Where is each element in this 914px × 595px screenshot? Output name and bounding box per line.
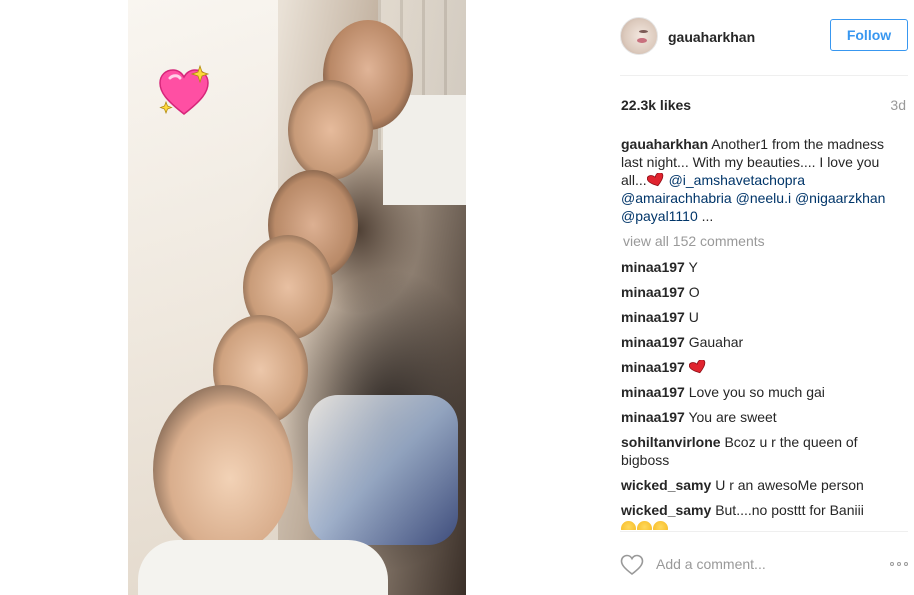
sparkling-heart-icon: [159, 64, 210, 115]
comment: minaa197 U: [621, 308, 903, 326]
sad-face-emoji-icon: [621, 521, 636, 530]
avatar-detail: [637, 38, 647, 43]
mention-link[interactable]: @payal1110: [621, 208, 698, 224]
mention-link[interactable]: @nigaarzkhan: [795, 190, 886, 206]
comment-text: You are sweet: [688, 409, 777, 425]
comment-list[interactable]: minaa197 Y minaa197 O minaa197 U minaa19…: [621, 258, 903, 530]
caption-username[interactable]: gauaharkhan: [621, 136, 708, 152]
add-comment-input[interactable]: [656, 556, 856, 572]
comment: minaa197: [621, 358, 903, 376]
photo-figure: [138, 540, 388, 595]
username-link[interactable]: gauaharkhan: [668, 29, 755, 45]
post-footer: [620, 547, 908, 583]
more-dot: [904, 562, 908, 566]
comment-username[interactable]: wicked_samy: [621, 477, 711, 493]
comment: minaa197 Gauahar: [621, 333, 903, 351]
heart-outline-icon[interactable]: [620, 554, 644, 576]
comment-username[interactable]: minaa197: [621, 359, 685, 375]
comment-text: Love you so much gai: [688, 384, 825, 400]
follow-button[interactable]: Follow: [830, 19, 908, 51]
caption-ellipsis: ...: [701, 208, 714, 224]
photo-face: [153, 385, 293, 555]
red-heart-icon: [688, 360, 706, 374]
avatar[interactable]: [620, 17, 658, 55]
comment-text: U: [688, 309, 699, 325]
view-all-comments-link[interactable]: view all 152 comments: [623, 233, 765, 249]
comment-username[interactable]: wicked_samy: [621, 502, 711, 518]
red-heart-icon: [646, 173, 663, 187]
photo-figure: [308, 395, 458, 545]
sad-face-emoji-icon: [621, 521, 668, 530]
comment: minaa197 O: [621, 283, 903, 301]
mention-link[interactable]: @neelu.i: [736, 190, 791, 206]
divider: [620, 75, 908, 76]
comment-username[interactable]: minaa197: [621, 334, 685, 350]
comment-text: But....no posttt for Baniii: [715, 502, 864, 518]
comment-text: U r an awesoMe person: [715, 477, 864, 493]
post-header: gauaharkhan Follow: [620, 17, 908, 57]
more-dot: [890, 562, 894, 566]
mention-link[interactable]: @i_amshavetachopra: [669, 172, 805, 188]
likes-count[interactable]: 22.3k likes: [621, 97, 691, 113]
comment: minaa197 You are sweet: [621, 408, 903, 426]
comment-username[interactable]: minaa197: [621, 409, 685, 425]
post-age[interactable]: 3d: [890, 97, 906, 113]
comment: wicked_samy But....no posttt for Baniii: [621, 501, 903, 530]
comment: sohiltanvirlone Bcoz u r the queen of bi…: [621, 433, 903, 469]
photo-face: [288, 80, 373, 180]
divider: [620, 531, 908, 532]
more-dot: [897, 562, 901, 566]
comment-username[interactable]: minaa197: [621, 259, 685, 275]
comment-username[interactable]: minaa197: [621, 384, 685, 400]
comment: wicked_samy U r an awesoMe person: [621, 476, 903, 494]
comment: minaa197 Y: [621, 258, 903, 276]
sad-face-emoji-icon: [653, 521, 668, 530]
comment-username[interactable]: minaa197: [621, 309, 685, 325]
comment-text: Gauahar: [688, 334, 744, 350]
comment-text: O: [688, 284, 700, 300]
comment: minaa197 Love you so much gai: [621, 383, 903, 401]
mention-link[interactable]: @amairachhabria: [621, 190, 732, 206]
avatar-detail: [639, 30, 648, 33]
comment-username[interactable]: minaa197: [621, 284, 685, 300]
post-caption: gauaharkhan Another1 from the madness la…: [621, 135, 901, 225]
comment-username[interactable]: sohiltanvirlone: [621, 434, 721, 450]
sad-face-emoji-icon: [637, 521, 652, 530]
comment-text: Y: [688, 259, 698, 275]
post-photo[interactable]: [128, 0, 466, 595]
more-options-icon[interactable]: [890, 562, 908, 566]
